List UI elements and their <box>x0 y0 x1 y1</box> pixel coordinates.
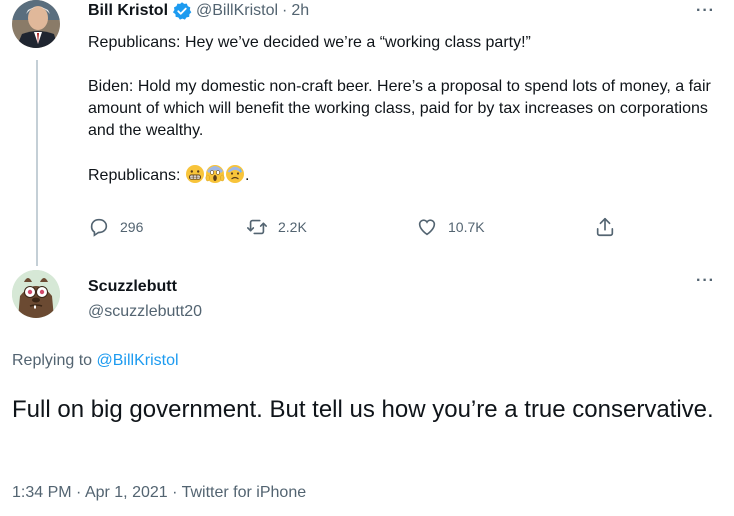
tweet-author-name[interactable]: Bill Kristol <box>88 2 168 20</box>
reply-icon <box>90 218 108 237</box>
share-button[interactable] <box>594 216 616 238</box>
tweet-body: Republicans: Hey we’ve decided we’re a “… <box>88 32 718 191</box>
like-button[interactable]: 10.7K <box>416 216 485 238</box>
retweet-icon <box>247 219 267 235</box>
meta-sep-2: · <box>172 484 178 501</box>
reply-handle[interactable]: @scuzzlebutt20 <box>88 301 202 323</box>
reply-author-block: Scuzzlebutt @scuzzlebutt20 <box>88 276 202 323</box>
replying-to-handle-link[interactable]: @BillKristol <box>97 352 179 369</box>
reply-source[interactable]: Twitter for iPhone <box>182 484 307 501</box>
heart-icon <box>418 219 436 236</box>
avatar-scuzzlebutt[interactable] <box>12 270 60 318</box>
like-count: 10.7K <box>448 219 485 235</box>
tweet-line-3-prefix: Republicans: <box>88 167 181 184</box>
reply-date[interactable]: Apr 1, 2021 <box>85 484 168 501</box>
retweet-button[interactable]: 2.2K <box>246 216 307 238</box>
share-icon <box>596 217 614 237</box>
reply-body: Full on big government. But tell us how … <box>12 396 714 423</box>
tweet-line-3-suffix: . <box>244 167 250 184</box>
reply-author-name[interactable]: Scuzzlebutt <box>88 276 202 298</box>
replying-to: Replying to @BillKristol <box>12 352 179 370</box>
replying-to-label: Replying to <box>12 352 93 369</box>
tweet-metadata: 1:34 PM · Apr 1, 2021 · Twitter for iPho… <box>12 484 306 502</box>
avatar-bill-kristol[interactable] <box>12 0 60 48</box>
tweet-line-1: Republicans: Hey we’ve decided we’re a “… <box>88 34 531 51</box>
thread-connector-line <box>36 60 38 266</box>
meta-sep-1: · <box>76 484 82 501</box>
verified-badge-icon <box>172 1 192 21</box>
header-separator: · <box>282 2 288 19</box>
tweet-time[interactable]: 2h <box>291 2 309 20</box>
screaming-face-emoji-icon <box>205 164 225 191</box>
tweet-line-2: Biden: Hold my domestic non-craft beer. … <box>88 78 716 139</box>
tweet-header: Bill Kristol @BillKristol · 2h <box>88 1 309 21</box>
reply-count: 296 <box>120 219 144 235</box>
tweet-line-3: Republicans: . <box>88 164 718 191</box>
anxious-face-emoji-icon <box>225 164 245 191</box>
retweet-count: 2.2K <box>278 219 307 235</box>
reply-more-icon[interactable]: ··· <box>696 272 715 290</box>
tweet-more-icon[interactable]: ··· <box>696 2 715 20</box>
reply-button[interactable]: 296 <box>88 216 143 238</box>
grimacing-face-emoji-icon <box>185 164 205 191</box>
tweet-actions: 296 2.2K 10.7K <box>88 216 628 244</box>
reply-time[interactable]: 1:34 PM <box>12 484 72 501</box>
tweet-handle[interactable]: @BillKristol <box>196 2 278 20</box>
